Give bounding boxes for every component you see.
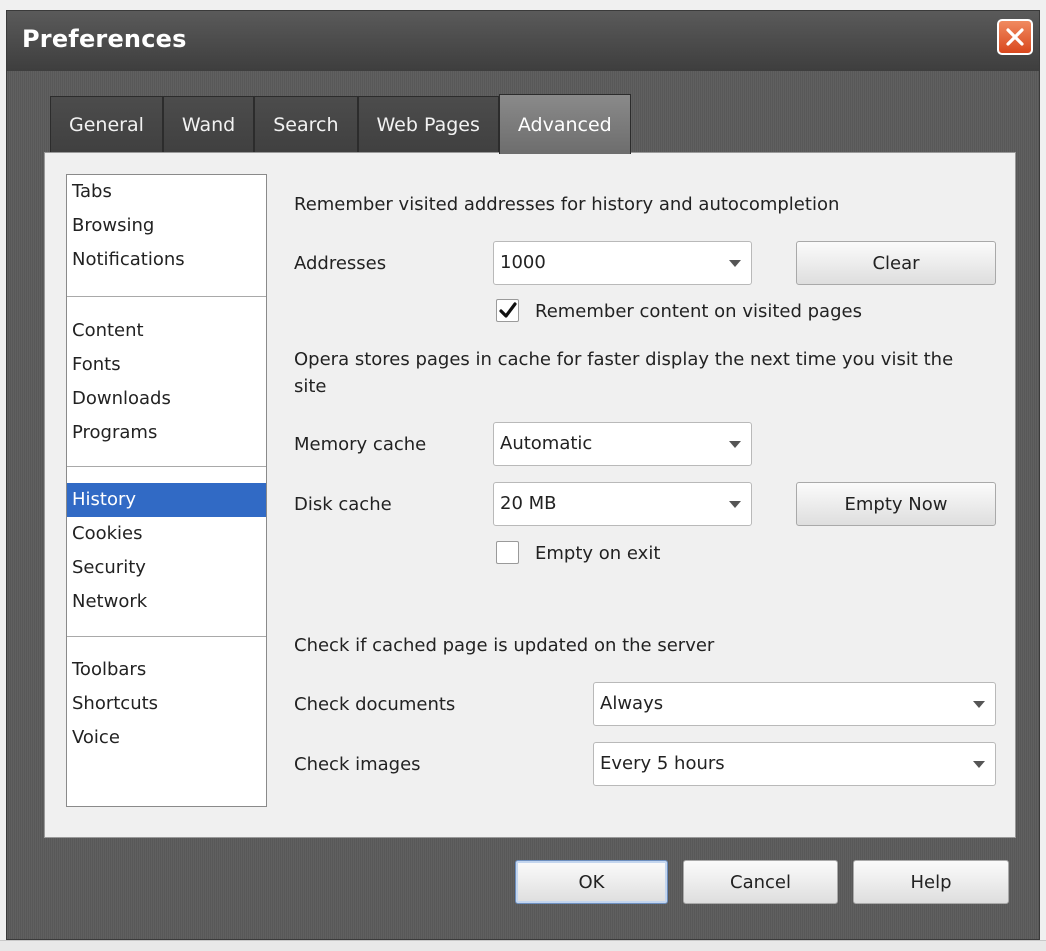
- tab-general[interactable]: General: [50, 96, 163, 152]
- sidebar-divider: [67, 296, 266, 297]
- check-heading: Check if cached page is updated on the s…: [294, 635, 715, 656]
- sidebar-item-tabs[interactable]: Tabs: [67, 175, 266, 209]
- disk-cache-label: Disk cache: [294, 494, 392, 515]
- chevron-down-icon: [729, 501, 741, 508]
- sidebar-item-downloads[interactable]: Downloads: [67, 382, 266, 416]
- check-documents-label: Check documents: [294, 694, 456, 715]
- sidebar-item-programs[interactable]: Programs: [67, 416, 266, 450]
- sidebar-divider: [67, 636, 266, 637]
- remember-content-checkbox[interactable]: [496, 299, 519, 322]
- ok-button[interactable]: OK: [515, 860, 668, 904]
- addresses-dropdown[interactable]: 1000: [493, 241, 752, 285]
- memory-cache-dropdown[interactable]: Automatic: [493, 422, 752, 466]
- empty-on-exit-checkbox[interactable]: [496, 541, 519, 564]
- cache-heading: Opera stores pages in cache for faster d…: [294, 349, 954, 397]
- desktop-background: [0, 940, 1046, 951]
- chevron-down-icon: [973, 701, 985, 708]
- memory-cache-label: Memory cache: [294, 434, 427, 455]
- checkmark-icon: [499, 302, 517, 318]
- sidebar-divider: [67, 466, 266, 467]
- tab-search[interactable]: Search: [254, 96, 358, 152]
- check-images-value: Every 5 hours: [600, 753, 725, 774]
- sidebar-item-network[interactable]: Network: [67, 585, 266, 619]
- category-list: Tabs Browsing Notifications Content Font…: [66, 174, 267, 807]
- sidebar-item-content[interactable]: Content: [67, 314, 266, 348]
- advanced-panel: Tabs Browsing Notifications Content Font…: [44, 152, 1016, 838]
- tab-bar: General Wand Search Web Pages Advanced: [50, 94, 631, 154]
- sidebar-item-cookies[interactable]: Cookies: [67, 517, 266, 551]
- tab-advanced[interactable]: Advanced: [498, 94, 631, 154]
- sidebar-item-toolbars[interactable]: Toolbars: [67, 653, 266, 687]
- close-icon: [1006, 28, 1024, 46]
- close-button[interactable]: [997, 19, 1033, 55]
- check-images-label: Check images: [294, 754, 421, 775]
- chevron-down-icon: [973, 761, 985, 768]
- window-title: Preferences: [22, 25, 187, 53]
- clear-button[interactable]: Clear: [796, 241, 996, 285]
- sidebar-item-voice[interactable]: Voice: [67, 721, 266, 755]
- memory-cache-value: Automatic: [500, 433, 593, 454]
- sidebar-item-notifications[interactable]: Notifications: [67, 243, 266, 277]
- check-images-dropdown[interactable]: Every 5 hours: [593, 742, 996, 786]
- check-documents-dropdown[interactable]: Always: [593, 682, 996, 726]
- sidebar-item-fonts[interactable]: Fonts: [67, 348, 266, 382]
- disk-cache-dropdown[interactable]: 20 MB: [493, 482, 752, 526]
- cancel-button[interactable]: Cancel: [683, 860, 838, 904]
- addresses-value: 1000: [500, 252, 546, 273]
- help-button[interactable]: Help: [853, 860, 1009, 904]
- empty-on-exit-label: Empty on exit: [535, 543, 661, 564]
- tab-wand[interactable]: Wand: [162, 96, 255, 152]
- preferences-window: Preferences General Wand Search Web Page…: [6, 10, 1040, 940]
- empty-now-button[interactable]: Empty Now: [796, 482, 996, 526]
- sidebar-item-shortcuts[interactable]: Shortcuts: [67, 687, 266, 721]
- sidebar-item-security[interactable]: Security: [67, 551, 266, 585]
- sidebar-item-browsing[interactable]: Browsing: [67, 209, 266, 243]
- addresses-label: Addresses: [294, 253, 387, 274]
- sidebar-item-history[interactable]: History: [67, 483, 266, 517]
- chevron-down-icon: [729, 441, 741, 448]
- disk-cache-value: 20 MB: [500, 493, 557, 514]
- title-bar[interactable]: Preferences: [7, 11, 1039, 71]
- chevron-down-icon: [729, 260, 741, 267]
- history-heading: Remember visited addresses for history a…: [294, 194, 840, 215]
- remember-content-label: Remember content on visited pages: [535, 301, 862, 322]
- check-documents-value: Always: [600, 693, 664, 714]
- tab-web-pages[interactable]: Web Pages: [357, 96, 499, 152]
